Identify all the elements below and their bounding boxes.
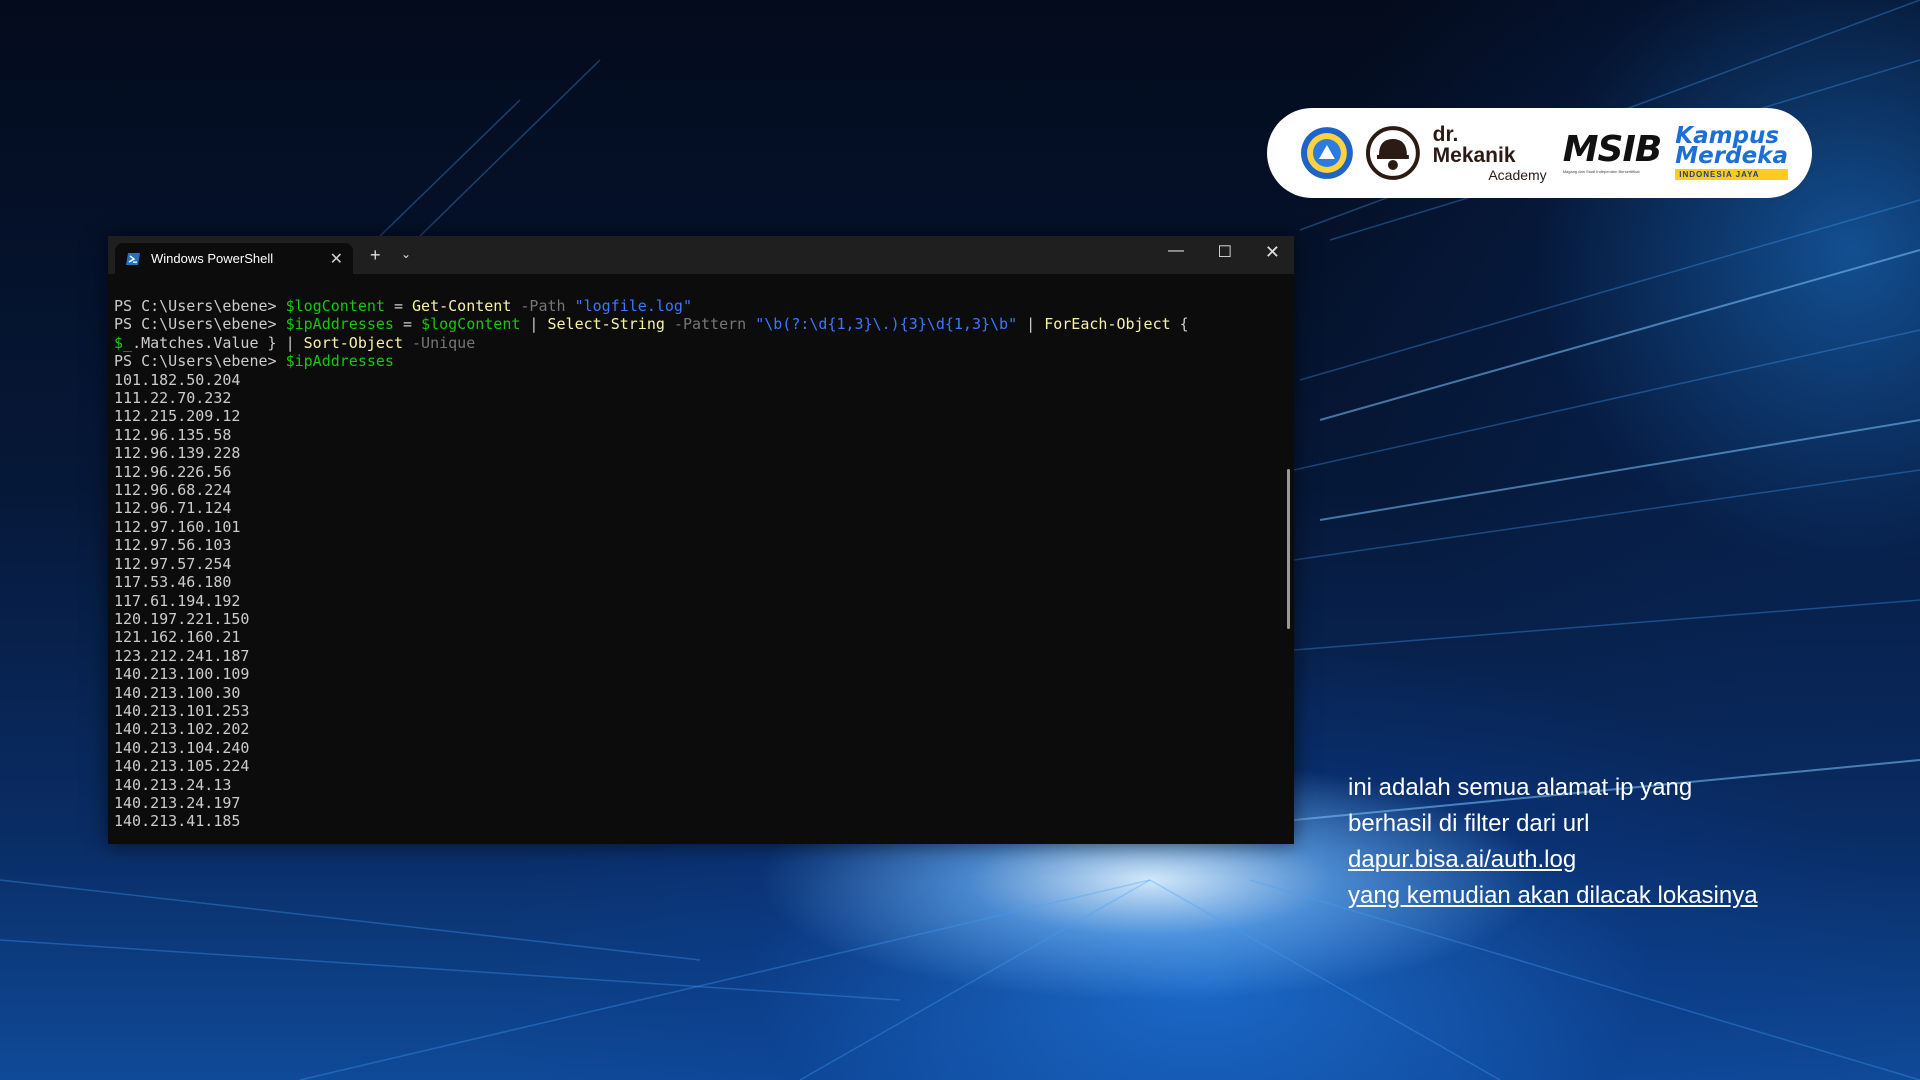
member-access: .Matches.Value }: [132, 333, 286, 352]
output-line: 112.96.68.224: [114, 481, 232, 500]
operator: =: [384, 297, 413, 315]
output-line: 111.22.70.232: [114, 389, 232, 408]
output-line: 140.213.24.13: [114, 775, 232, 794]
tut-wuri-handayani-emblem-icon: [1300, 127, 1353, 179]
parameter: -Path: [511, 297, 575, 315]
brace: {: [1170, 315, 1189, 334]
output-line: 121.162.160.21: [114, 628, 241, 647]
command-line-3: PS C:\Users\ebene> $ipAddresses: [114, 352, 1274, 370]
string-literal: "\b(?:\d{1,3}\.){3}\d{1,3}\b": [755, 315, 1018, 334]
prompt: PS C:\Users\ebene>: [114, 315, 286, 334]
caption-line-2: berhasil di filter dari url: [1348, 810, 1590, 837]
kampus-merdeka-line-2: Merdeka: [1675, 143, 1788, 170]
variable: $ipAddresses: [285, 352, 394, 371]
cmdlet: Select-String: [547, 315, 665, 334]
powershell-window: Windows PowerShell ✕ + ⌄ — ☐ ✕ PS C:\Use…: [108, 236, 1294, 844]
dr-mekanik-wordmark: dr. Mekanik Academy: [1433, 124, 1547, 182]
title-bar[interactable]: Windows PowerShell ✕ + ⌄ — ☐ ✕: [108, 236, 1294, 274]
output-line: 117.53.46.180: [114, 573, 232, 592]
output-line: 112.96.139.228: [114, 444, 241, 463]
tab-windows-powershell[interactable]: Windows PowerShell ✕: [115, 243, 353, 274]
output-line: 112.96.135.58: [114, 425, 232, 444]
output-line: 140.213.24.197: [114, 793, 241, 812]
command-line-2: PS C:\Users\ebene> $ipAddresses = $logCo…: [114, 315, 1274, 333]
output-line: 140.213.101.253: [114, 701, 250, 720]
variable: $logContent: [421, 315, 521, 334]
output-line: 123.212.241.187: [114, 646, 250, 665]
msib-logo: MSIB Magang dan Studi Independen Bersert…: [1562, 129, 1663, 175]
operator: =: [393, 315, 422, 334]
console-output[interactable]: PS C:\Users\ebene> $logContent = Get-Con…: [114, 297, 1274, 831]
tab-close-icon[interactable]: ✕: [330, 249, 343, 269]
parameter: -Pattern: [664, 315, 756, 334]
caption-link[interactable]: dapur.bisa.ai/auth.log: [1348, 842, 1868, 878]
parameter: -Unique: [403, 333, 476, 352]
minimize-button[interactable]: —: [1168, 242, 1184, 260]
pipe-operator: |: [520, 315, 548, 334]
variable: $logContent: [285, 297, 385, 315]
pipe-operator: |: [285, 333, 304, 352]
output-line: 140.213.105.224: [114, 757, 250, 776]
dr-mekanik-subtitle: Academy: [1488, 167, 1547, 183]
prompt: PS C:\Users\ebene>: [114, 297, 286, 315]
output-line: 117.61.194.192: [114, 591, 241, 610]
caption-line-4: yang kemudian akan dilacak lokasinya: [1348, 882, 1758, 909]
kampus-merdeka-tag: INDONESIA JAYA: [1675, 169, 1788, 181]
close-button[interactable]: ✕: [1265, 242, 1280, 263]
dr-mekanik-title: dr. Mekanik: [1432, 123, 1516, 167]
caption-line-1: ini adalah semua alamat ip yang: [1348, 774, 1693, 801]
output-line: 112.96.226.56: [114, 462, 232, 481]
output-line: 140.213.102.202: [114, 720, 250, 739]
msib-tagline: Magang dan Studi Independen Bersertifika…: [1562, 169, 1640, 174]
cmdlet: Get-Content: [412, 297, 512, 315]
command-line-2-wrap: $_.Matches.Value } | Sort-Object -Unique: [114, 334, 1274, 352]
powershell-icon: [126, 252, 140, 265]
kampus-merdeka-logo: Kampus Merdeka INDONESIA JAYA: [1675, 124, 1788, 181]
tab-title: Windows PowerShell: [151, 251, 274, 266]
output-line: 112.97.160.101: [114, 517, 241, 536]
cmdlet: Sort-Object: [303, 333, 403, 352]
output-line: 140.213.100.109: [114, 665, 250, 684]
output-line: 112.97.56.103: [114, 536, 232, 555]
output-line: 112.96.71.124: [114, 499, 232, 518]
output-line: 140.213.41.185: [114, 812, 241, 831]
prompt: PS C:\Users\ebene>: [114, 352, 286, 371]
variable: $ipAddresses: [285, 315, 394, 334]
caption-text: ini adalah semua alamat ip yang berhasil…: [1348, 770, 1868, 914]
output-line: 140.213.100.30: [114, 683, 241, 702]
tab-dropdown-chevron-icon[interactable]: ⌄: [401, 247, 411, 261]
variable: $_: [114, 333, 133, 352]
output-line: 140.213.104.240: [114, 738, 250, 757]
maximize-button[interactable]: ☐: [1218, 242, 1232, 262]
sponsor-logos: dr. Mekanik Academy MSIB Magang dan Stud…: [1267, 108, 1812, 198]
string-literal: "logfile.log": [574, 297, 692, 315]
msib-wordmark: MSIB: [1562, 129, 1663, 170]
output-line: 101.182.50.204: [114, 370, 241, 389]
output-line: 112.97.57.254: [114, 554, 232, 573]
pipe-operator: |: [1017, 315, 1045, 334]
vertical-scrollbar[interactable]: [1287, 469, 1290, 629]
command-line-1: PS C:\Users\ebene> $logContent = Get-Con…: [114, 297, 1274, 315]
dr-mekanik-helmet-icon: [1365, 126, 1420, 180]
output-line: 112.215.209.12: [114, 407, 241, 426]
output-line: 120.197.221.150: [114, 609, 250, 628]
new-tab-button[interactable]: +: [370, 245, 381, 266]
cmdlet: ForEach-Object: [1044, 315, 1171, 334]
